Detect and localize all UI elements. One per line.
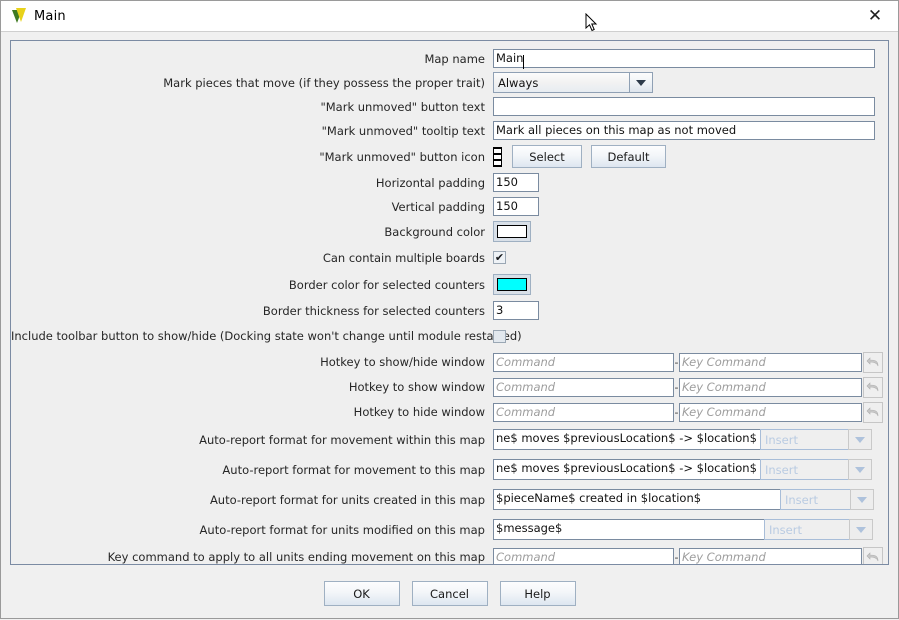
title-bar: Main ✕ xyxy=(1,1,898,32)
row-hotkey-hide: Hotkey to hide window Command - Key Comm… xyxy=(11,400,888,424)
map-properties-window: Main ✕ Map name Main Mark pi xyxy=(0,0,899,619)
background-color-chip xyxy=(497,225,527,238)
mov-marker-icon xyxy=(493,147,502,167)
properties-rows: Map name Main Mark pieces that move (if … xyxy=(11,41,888,565)
hotkey-show-hide-key-input[interactable]: Key Command xyxy=(679,353,862,372)
chevron-down-icon xyxy=(849,519,873,540)
mark-unmoved-tooltip-text-input[interactable]: Mark all pieces on this map as not moved xyxy=(493,121,875,140)
row-map-name: Map name Main xyxy=(11,47,888,70)
insert-combo-label: Insert xyxy=(764,519,849,540)
horizontal-padding-input[interactable]: 150 xyxy=(493,173,539,192)
insert-combo-label: Insert xyxy=(760,459,848,480)
label-background-color: Background color xyxy=(11,225,493,239)
vassal-icon xyxy=(11,8,27,24)
default-icon-button[interactable]: Default xyxy=(591,145,666,168)
mark-unmoved-button-text-input[interactable] xyxy=(493,97,875,116)
autoreport-units-modified-input[interactable]: $message$ xyxy=(493,519,765,540)
row-vertical-padding: Vertical padding 150 xyxy=(11,195,888,218)
chevron-down-icon xyxy=(848,459,872,480)
dialog-content: Map name Main Mark pieces that move (if … xyxy=(1,32,898,620)
row-hotkey-show: Hotkey to show window Command - Key Comm… xyxy=(11,375,888,399)
key-command-ending-movement-command-input[interactable]: Command xyxy=(493,548,674,566)
label-map-name: Map name xyxy=(11,52,493,66)
include-toolbar-button-checkbox[interactable] xyxy=(493,330,506,343)
hotkey-show-command-input[interactable]: Command xyxy=(493,378,674,397)
label-horizontal-padding: Horizontal padding xyxy=(11,176,493,190)
border-color-chip xyxy=(497,278,527,291)
label-autoreport-units-created: Auto-report format for units created in … xyxy=(11,493,493,507)
label-mark-unmoved-button-text: "Mark unmoved" button text xyxy=(11,100,493,114)
label-hotkey-show-hide: Hotkey to show/hide window xyxy=(11,355,493,369)
label-hotkey-show: Hotkey to show window xyxy=(11,380,493,394)
row-can-contain-multiple-boards: Can contain multiple boards ✔ xyxy=(11,245,888,270)
hotkey-hide-key-input[interactable]: Key Command xyxy=(679,403,862,422)
hotkey-show-hide-command-input[interactable]: Command xyxy=(493,353,674,372)
label-autoreport-movement-within: Auto-report format for movement within t… xyxy=(11,433,493,447)
row-horizontal-padding: Horizontal padding 150 xyxy=(11,171,888,194)
autoreport-movement-within-input[interactable]: ne$ moves $previousLocation$ -> $locatio… xyxy=(493,429,762,450)
row-border-thickness: Border thickness for selected counters 3 xyxy=(11,299,888,322)
label-can-contain-multiple-boards: Can contain multiple boards xyxy=(11,251,493,265)
label-border-thickness: Border thickness for selected counters xyxy=(11,304,493,318)
map-name-input[interactable]: Main xyxy=(493,49,875,68)
row-mark-pieces-that-move: Mark pieces that move (if they possess t… xyxy=(11,71,888,94)
dialog-buttons: OK Cancel Help xyxy=(10,581,889,606)
row-hotkey-show-hide: Hotkey to show/hide window Command - Key… xyxy=(11,350,888,374)
hotkey-show-key-input[interactable]: Key Command xyxy=(679,378,862,397)
insert-combo-label: Insert xyxy=(780,489,850,510)
label-hotkey-hide: Hotkey to hide window xyxy=(11,405,493,419)
autoreport-units-created-input[interactable]: $pieceName$ created in $location$ xyxy=(493,489,781,510)
label-key-command-ending-movement: Key command to apply to all units ending… xyxy=(11,550,493,564)
label-mark-unmoved-tooltip-text: "Mark unmoved" tooltip text xyxy=(11,124,493,138)
hotkey-hide-command-input[interactable]: Command xyxy=(493,403,674,422)
row-mark-unmoved-button-text: "Mark unmoved" button text xyxy=(11,95,888,118)
window-title: Main xyxy=(34,9,66,24)
cancel-button[interactable]: Cancel xyxy=(412,581,488,606)
chevron-down-icon xyxy=(629,72,653,93)
label-autoreport-movement-to: Auto-report format for movement to this … xyxy=(11,463,493,477)
chevron-down-icon xyxy=(850,489,874,510)
row-autoreport-movement-within: Auto-report format for movement within t… xyxy=(11,425,888,454)
row-mark-unmoved-button-icon: "Mark unmoved" button icon Select Defaul… xyxy=(11,143,888,170)
insert-combo-units-modified[interactable]: Insert xyxy=(764,519,873,540)
undo-icon[interactable] xyxy=(863,547,883,566)
label-mark-unmoved-button-icon: "Mark unmoved" button icon xyxy=(11,150,493,164)
row-mark-unmoved-tooltip-text: "Mark unmoved" tooltip text Mark all pie… xyxy=(11,119,888,142)
close-icon[interactable]: ✕ xyxy=(852,1,898,31)
undo-icon[interactable] xyxy=(863,352,883,373)
chevron-down-icon xyxy=(848,429,872,450)
mark-pieces-combo-value: Always xyxy=(493,72,629,93)
properties-panel: Map name Main Mark pieces that move (if … xyxy=(10,40,889,565)
row-autoreport-units-created: Auto-report format for units created in … xyxy=(11,485,888,514)
insert-combo-units-created[interactable]: Insert xyxy=(780,489,874,510)
undo-icon[interactable] xyxy=(863,402,883,423)
help-button[interactable]: Help xyxy=(500,581,576,606)
row-border-color: Border color for selected counters xyxy=(11,271,888,298)
insert-combo-label: Insert xyxy=(760,429,848,450)
ok-button[interactable]: OK xyxy=(324,581,400,606)
row-include-toolbar-button: Include toolbar button to show/hide (Doc… xyxy=(11,323,888,349)
background-color-swatch[interactable] xyxy=(493,221,531,242)
label-mark-pieces-that-move: Mark pieces that move (if they possess t… xyxy=(11,76,493,90)
mouse-cursor xyxy=(585,13,599,33)
autoreport-movement-to-input[interactable]: ne$ moves $previousLocation$ -> $locatio… xyxy=(493,459,762,480)
undo-icon[interactable] xyxy=(863,377,883,398)
border-color-swatch[interactable] xyxy=(493,274,531,295)
label-autoreport-units-modified: Auto-report format for units modified on… xyxy=(11,523,493,537)
label-vertical-padding: Vertical padding xyxy=(11,200,493,214)
row-background-color: Background color xyxy=(11,219,888,244)
insert-combo-movement-to[interactable]: Insert xyxy=(760,459,872,480)
row-autoreport-movement-to: Auto-report format for movement to this … xyxy=(11,455,888,484)
vertical-padding-input[interactable]: 150 xyxy=(493,197,539,216)
row-key-command-ending-movement: Key command to apply to all units ending… xyxy=(11,545,888,565)
label-border-color: Border color for selected counters xyxy=(11,278,493,292)
insert-combo-movement-within[interactable]: Insert xyxy=(760,429,872,450)
mark-pieces-combo[interactable]: Always xyxy=(493,72,653,93)
border-thickness-input[interactable]: 3 xyxy=(493,301,539,320)
select-icon-button[interactable]: Select xyxy=(512,145,582,168)
label-include-toolbar-button: Include toolbar button to show/hide (Doc… xyxy=(11,329,493,343)
row-autoreport-units-modified: Auto-report format for units modified on… xyxy=(11,515,888,544)
key-command-ending-movement-key-input[interactable]: Key Command xyxy=(679,548,862,566)
can-contain-multiple-boards-checkbox[interactable]: ✔ xyxy=(493,251,506,264)
